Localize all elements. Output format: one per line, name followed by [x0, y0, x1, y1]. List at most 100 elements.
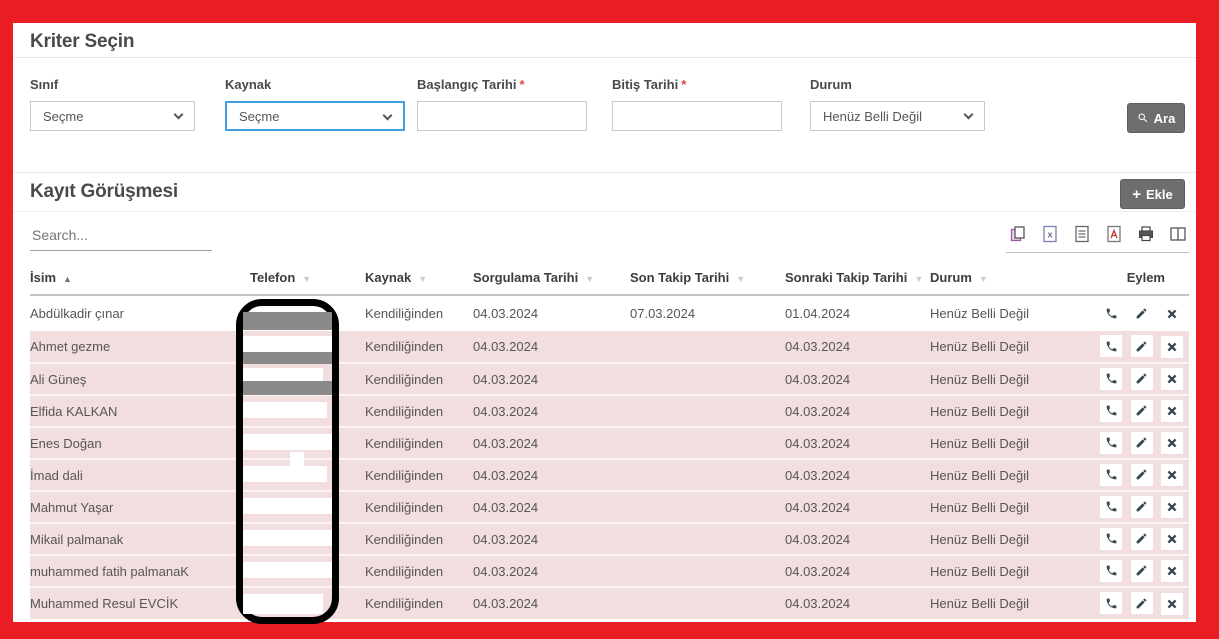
- delete-icon: [1166, 308, 1178, 320]
- required-asterisk: *: [519, 77, 524, 92]
- delete-button[interactable]: [1161, 400, 1183, 422]
- cell-actions: [1095, 395, 1189, 427]
- delete-button[interactable]: [1161, 303, 1183, 325]
- call-button[interactable]: [1100, 335, 1122, 357]
- cell-sonraki-takip-tarihi: 04.03.2024: [785, 587, 930, 619]
- kaynak-select[interactable]: Seçme: [225, 101, 405, 131]
- call-button[interactable]: [1100, 528, 1122, 550]
- edit-button[interactable]: [1131, 302, 1153, 324]
- delete-button[interactable]: [1161, 560, 1183, 582]
- cell-sonraki-takip-tarihi: 04.03.2024: [785, 363, 930, 395]
- bitis-tarihi-input[interactable]: [612, 101, 782, 131]
- table-row: Elfida KALKAN Kendiliğinden 04.03.2024 0…: [30, 395, 1189, 427]
- edit-icon: [1135, 597, 1148, 610]
- edit-button[interactable]: [1131, 592, 1153, 614]
- delete-button[interactable]: [1161, 432, 1183, 454]
- pdf-icon: [1105, 225, 1123, 243]
- records-table: İsim Telefon Kaynak Sorgulama Tarihi Son…: [30, 261, 1189, 619]
- search-input[interactable]: [30, 223, 212, 251]
- cell-phone: [250, 587, 365, 619]
- column-header-telefon[interactable]: Telefon: [250, 261, 365, 295]
- edit-button[interactable]: [1131, 464, 1153, 486]
- delete-button[interactable]: [1161, 496, 1183, 518]
- edit-button[interactable]: [1131, 368, 1153, 390]
- csv-icon: [1073, 225, 1091, 243]
- phone-icon: [1105, 307, 1118, 320]
- cell-sorgulama-tarihi: 04.03.2024: [473, 491, 630, 523]
- edit-icon: [1135, 372, 1148, 385]
- cell-kaynak: Kendiliğinden: [365, 395, 473, 427]
- call-button[interactable]: [1100, 400, 1122, 422]
- chevron-down-icon: [383, 111, 393, 121]
- cell-sorgulama-tarihi: 04.03.2024: [473, 395, 630, 427]
- excel-export-button[interactable]: x: [1040, 224, 1059, 243]
- cell-actions: [1095, 363, 1189, 395]
- table-row: Ahmet gezme Kendiliğinden 04.03.2024 04.…: [30, 331, 1189, 363]
- edit-button[interactable]: [1131, 432, 1153, 454]
- call-button[interactable]: [1100, 302, 1122, 324]
- edit-button[interactable]: [1131, 496, 1153, 518]
- delete-button[interactable]: [1161, 368, 1183, 390]
- csv-export-button[interactable]: [1072, 224, 1091, 243]
- cell-phone: [250, 295, 365, 331]
- column-header-sorgulama-tarihi[interactable]: Sorgulama Tarihi: [473, 261, 630, 295]
- filter-kaynak: Kaynak Seçme: [225, 77, 405, 131]
- phone-icon: [1105, 436, 1118, 449]
- cell-durum: Henüz Belli Değil: [930, 587, 1095, 619]
- phone-icon: [1105, 340, 1118, 353]
- delete-button[interactable]: [1161, 464, 1183, 486]
- cell-sorgulama-tarihi: 04.03.2024: [473, 459, 630, 491]
- call-button[interactable]: [1100, 368, 1122, 390]
- cell-actions: [1095, 331, 1189, 363]
- copy-button[interactable]: [1008, 224, 1027, 243]
- delete-button[interactable]: [1161, 593, 1183, 615]
- cell-sonraki-takip-tarihi: 04.03.2024: [785, 427, 930, 459]
- add-button[interactable]: + Ekle: [1120, 179, 1185, 209]
- filter-baslangic-tarihi: Başlangıç Tarihi*: [417, 77, 587, 131]
- call-button[interactable]: [1100, 464, 1122, 486]
- filter-sinif: Sınıf Seçme: [30, 77, 195, 131]
- column-header-son-takip-tarihi[interactable]: Son Takip Tarihi: [630, 261, 785, 295]
- filter-bitis-label: Bitiş Tarihi*: [612, 77, 782, 92]
- search-button[interactable]: Ara: [1127, 103, 1185, 133]
- column-header-kaynak[interactable]: Kaynak: [365, 261, 473, 295]
- edit-button[interactable]: [1131, 400, 1153, 422]
- filter-durum-label: Durum: [810, 77, 985, 92]
- phone-icon: [1105, 404, 1118, 417]
- edit-button[interactable]: [1131, 335, 1153, 357]
- delete-button[interactable]: [1161, 336, 1183, 358]
- cell-durum: Henüz Belli Değil: [930, 491, 1095, 523]
- column-visibility-button[interactable]: [1168, 224, 1187, 243]
- call-button[interactable]: [1100, 432, 1122, 454]
- cell-sorgulama-tarihi: 04.03.2024: [473, 587, 630, 619]
- print-button[interactable]: [1136, 224, 1155, 243]
- table-row: Abdülkadir çınar Kendiliğinden 04.03.202…: [30, 295, 1189, 331]
- column-header-sonraki-takip-tarihi[interactable]: Sonraki Takip Tarihi: [785, 261, 930, 295]
- baslangic-tarihi-input[interactable]: [417, 101, 587, 131]
- call-button[interactable]: [1100, 592, 1122, 614]
- durum-select[interactable]: Henüz Belli Değil: [810, 101, 985, 131]
- table-row: Mikail palmanak Kendiliğinden 04.03.2024…: [30, 523, 1189, 555]
- cell-actions: [1095, 459, 1189, 491]
- add-button-label: Ekle: [1146, 187, 1173, 202]
- search-icon: [1137, 112, 1149, 124]
- cell-durum: Henüz Belli Değil: [930, 295, 1095, 331]
- table-row: Mahmut Yaşar Kendiliğinden 04.03.2024 04…: [30, 491, 1189, 523]
- content-panel: Kriter Seçin Sınıf Seçme Kaynak Seçme Ba…: [13, 23, 1196, 622]
- cell-phone: [250, 427, 365, 459]
- edit-icon: [1135, 307, 1148, 320]
- cell-durum: Henüz Belli Değil: [930, 363, 1095, 395]
- edit-button[interactable]: [1131, 560, 1153, 582]
- edit-button[interactable]: [1131, 528, 1153, 550]
- kaynak-select-value: Seçme: [239, 109, 279, 124]
- delete-button[interactable]: [1161, 528, 1183, 550]
- sinif-select[interactable]: Seçme: [30, 101, 195, 131]
- pdf-export-button[interactable]: [1104, 224, 1123, 243]
- call-button[interactable]: [1100, 560, 1122, 582]
- cell-son-takip-tarihi: [630, 555, 785, 587]
- cell-son-takip-tarihi: 07.03.2024: [630, 295, 785, 331]
- column-header-isim[interactable]: İsim: [30, 261, 250, 295]
- cell-actions: [1095, 523, 1189, 555]
- column-header-durum[interactable]: Durum: [930, 261, 1095, 295]
- call-button[interactable]: [1100, 496, 1122, 518]
